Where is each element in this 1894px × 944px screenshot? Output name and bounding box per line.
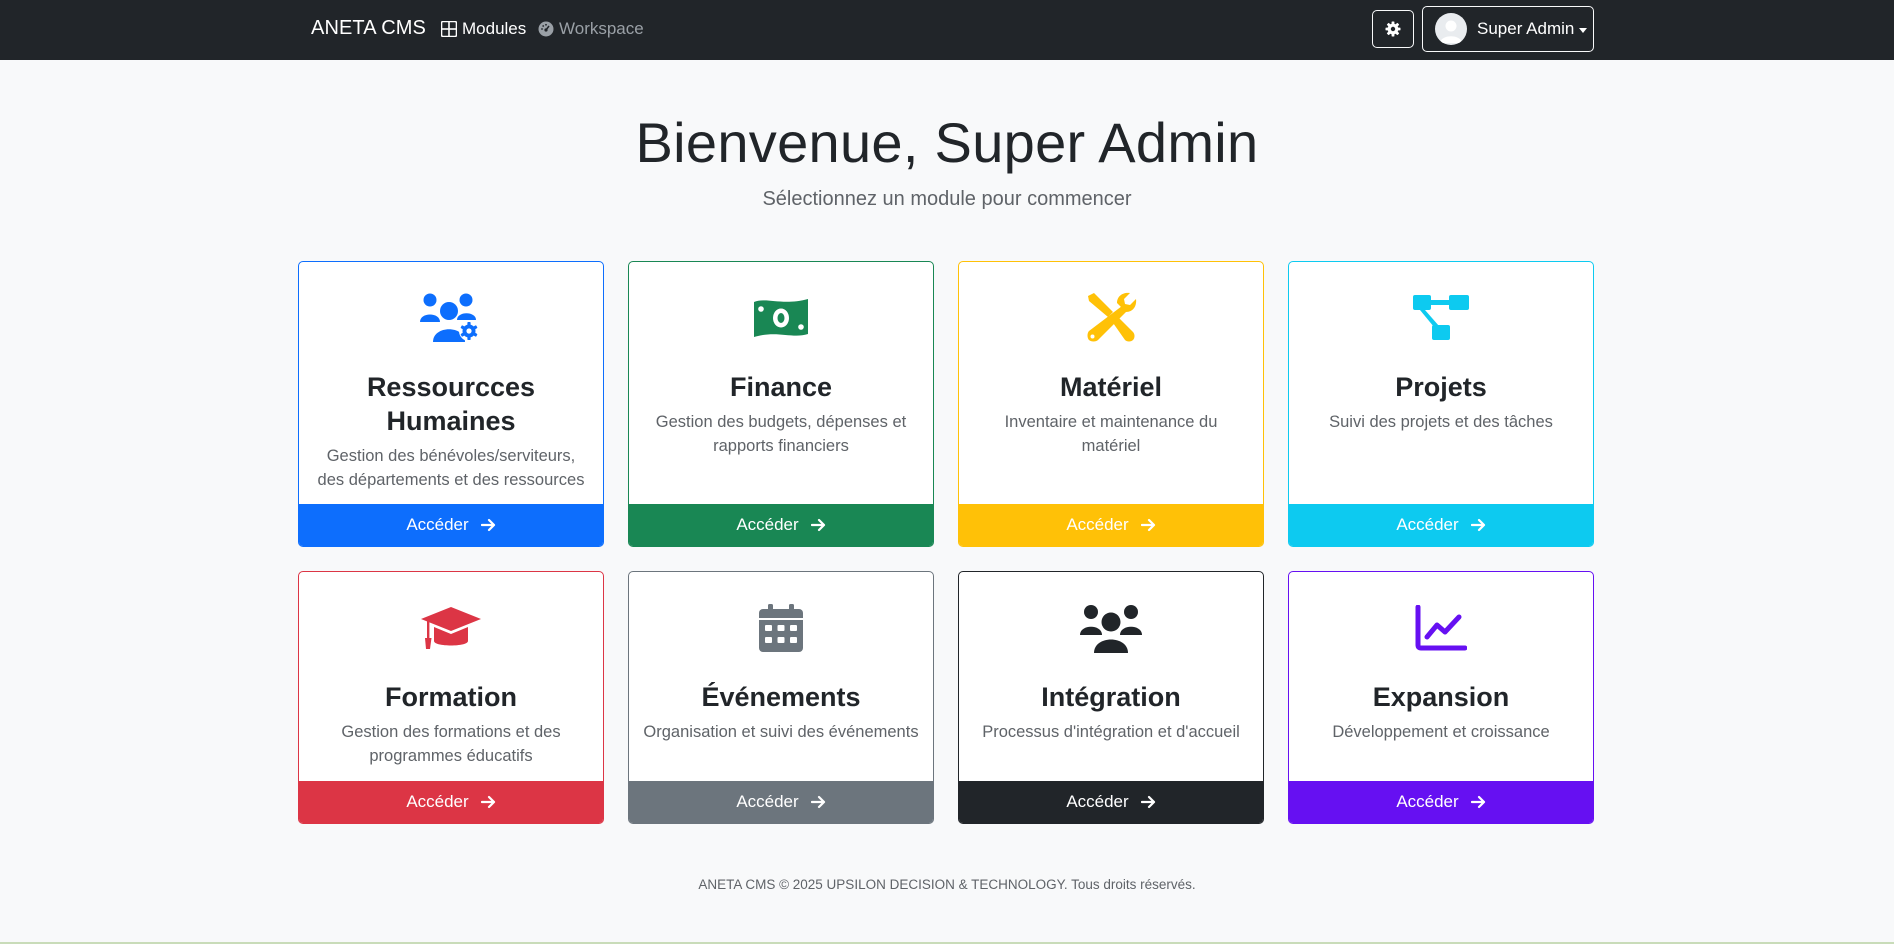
chevron-down-icon bbox=[1579, 27, 1588, 33]
calendar-icon bbox=[629, 600, 933, 656]
access-button[interactable]: Accéder bbox=[299, 504, 603, 546]
module-title: Expansion bbox=[1372, 682, 1510, 712]
module-description: Suivi des projets et des tâches bbox=[1329, 413, 1553, 431]
arrow-right-icon bbox=[480, 518, 495, 532]
module-title: Finance bbox=[729, 372, 833, 402]
module-description: Gestion des formations et des programmes… bbox=[341, 723, 561, 765]
module-description: Gestion des bénévoles/serviteurs, des dé… bbox=[317, 447, 585, 489]
access-button[interactable]: Accéder bbox=[959, 781, 1263, 823]
module-card-evenements: Événements Organisation et suivi des évé… bbox=[628, 571, 934, 824]
users-icon bbox=[959, 600, 1263, 656]
access-label: Accéder bbox=[736, 515, 799, 534]
module-title: Événements bbox=[701, 682, 861, 712]
module-card-integration: Intégration Processus d'intégration et d… bbox=[958, 571, 1264, 824]
settings-button[interactable] bbox=[1372, 10, 1414, 48]
module-description: Inventaire et maintenance du matériel bbox=[1004, 413, 1218, 455]
avatar bbox=[1435, 13, 1467, 45]
access-label: Accéder bbox=[1396, 792, 1459, 811]
access-button[interactable]: Accéder bbox=[629, 504, 933, 546]
user-avatar-icon bbox=[1440, 20, 1462, 43]
module-card-ressources-humaines: Ressourcces Humaines Gestion des bénévol… bbox=[298, 261, 604, 547]
grid-icon bbox=[441, 21, 457, 37]
nav-workspace[interactable]: Workspace bbox=[538, 19, 644, 39]
arrow-right-icon bbox=[1140, 795, 1155, 809]
module-description: Processus d'intégration et d'accueil bbox=[982, 723, 1240, 741]
module-description: Organisation et suivi des événements bbox=[643, 723, 919, 741]
module-title: Matériel bbox=[1059, 372, 1163, 402]
access-button[interactable]: Accéder bbox=[299, 781, 603, 823]
arrow-right-icon bbox=[1140, 518, 1155, 532]
users-cog-icon bbox=[299, 290, 603, 346]
arrow-right-icon bbox=[1470, 518, 1485, 532]
access-label: Accéder bbox=[736, 792, 799, 811]
module-card-finance: Finance Gestion des budgets, dépenses et… bbox=[628, 261, 934, 547]
graduation-cap-icon bbox=[299, 600, 603, 656]
gear-icon bbox=[1385, 21, 1401, 37]
arrow-right-icon bbox=[810, 518, 825, 532]
access-label: Accéder bbox=[406, 515, 469, 534]
nav-workspace-label: Workspace bbox=[559, 19, 644, 38]
project-diagram-icon bbox=[1289, 290, 1593, 346]
module-title: Intégration bbox=[1041, 682, 1181, 712]
money-bill-icon bbox=[629, 290, 933, 346]
module-card-projets: Projets Suivi des projets et des tâches … bbox=[1288, 261, 1594, 547]
module-description: Développement et croissance bbox=[1332, 723, 1550, 741]
module-title: Projets bbox=[1395, 372, 1487, 402]
brand-logo[interactable]: ANETA CMS bbox=[311, 17, 426, 40]
access-button[interactable]: Accéder bbox=[629, 781, 933, 823]
user-menu-button[interactable]: Super Admin bbox=[1422, 6, 1594, 52]
page-title: Bienvenue, Super Admin bbox=[635, 111, 1259, 174]
access-label: Accéder bbox=[1066, 792, 1129, 811]
module-description: Gestion des budgets, dépenses et rapport… bbox=[655, 413, 907, 455]
access-button[interactable]: Accéder bbox=[959, 504, 1263, 546]
nav-modules-label: Modules bbox=[462, 19, 527, 38]
top-navbar: ANETA CMS Modules Workspace Super Admin bbox=[0, 0, 1894, 60]
footer-text: ANETA CMS © 2025 UPSILON DECISION & TECH… bbox=[698, 877, 1196, 892]
module-card-formation: Formation Gestion des formations et des … bbox=[298, 571, 604, 824]
access-label: Accéder bbox=[1396, 515, 1459, 534]
user-name: Super Admin bbox=[1477, 19, 1575, 38]
access-button[interactable]: Accéder bbox=[1289, 781, 1593, 823]
access-label: Accéder bbox=[1066, 515, 1129, 534]
tools-icon bbox=[959, 290, 1263, 346]
access-button[interactable]: Accéder bbox=[1289, 504, 1593, 546]
arrow-right-icon bbox=[810, 795, 825, 809]
arrow-right-icon bbox=[480, 795, 495, 809]
nav-modules[interactable]: Modules bbox=[441, 19, 526, 39]
access-label: Accéder bbox=[406, 792, 469, 811]
module-card-materiel: Matériel Inventaire et maintenance du ma… bbox=[958, 261, 1264, 547]
module-card-expansion: Expansion Développement et croissance Ac… bbox=[1288, 571, 1594, 824]
chart-line-icon bbox=[1289, 600, 1593, 656]
arrow-right-icon bbox=[1470, 795, 1485, 809]
page-subtitle: Sélectionnez un module pour commencer bbox=[762, 188, 1132, 210]
module-title: Formation bbox=[385, 682, 517, 712]
module-title: Ressourcces Humaines bbox=[366, 372, 536, 436]
dashboard-icon bbox=[538, 21, 554, 37]
